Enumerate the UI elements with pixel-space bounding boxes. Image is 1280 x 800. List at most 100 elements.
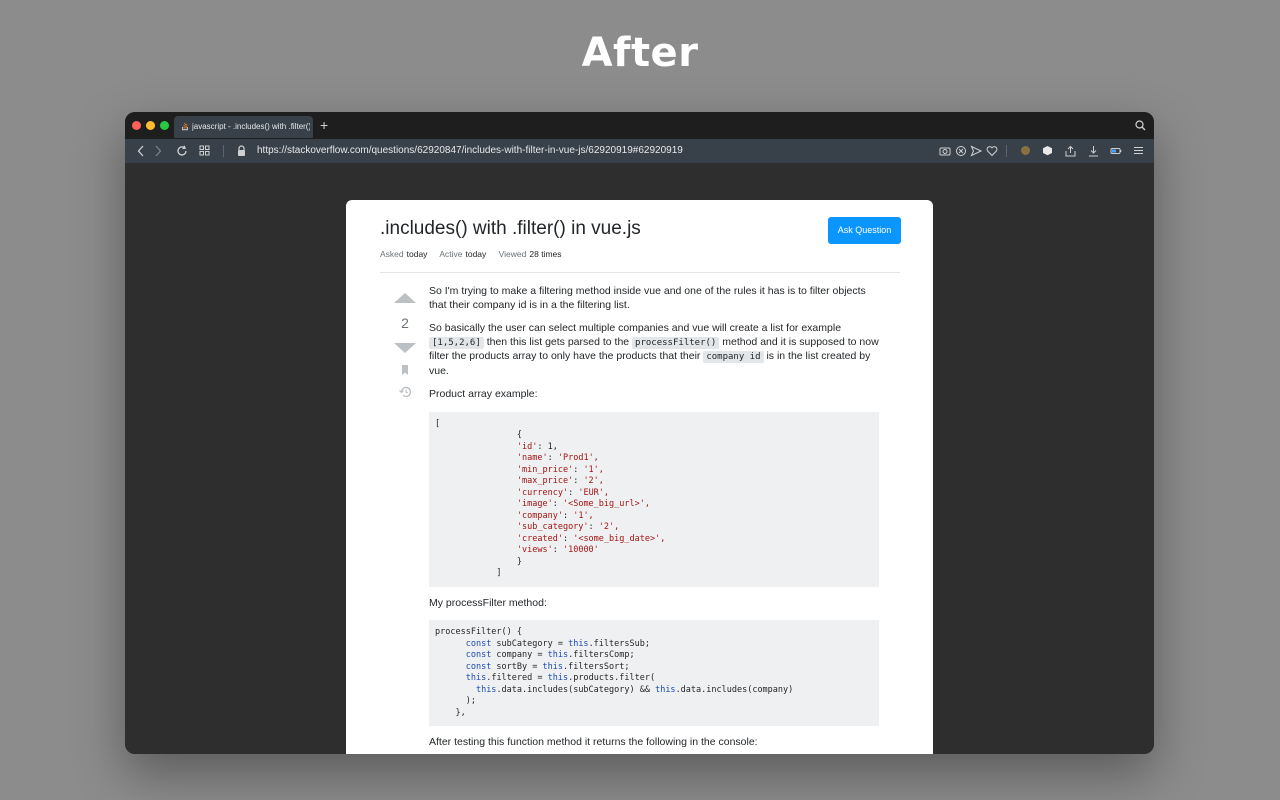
code-key: 'max_price': [516, 476, 574, 486]
inline-code-list: [1,5,2,6]: [429, 336, 484, 349]
code-text: company =: [491, 650, 548, 660]
code-key: 'created': [516, 533, 563, 544]
back-icon[interactable]: [137, 145, 145, 157]
code-key: 'id': [516, 441, 538, 452]
inline-code-method: processFilter(): [632, 336, 720, 349]
code-text: subCategory =: [491, 638, 569, 649]
code-value: 1,: [547, 441, 558, 452]
code-keyword: this: [568, 638, 589, 649]
code-line: {: [516, 430, 523, 440]
code-key: 'min_price': [516, 464, 574, 475]
toolbar-divider-2: [1006, 145, 1007, 157]
code-value: '2',: [598, 522, 620, 532]
code-block-product-array: [ { 'id': 1, 'name': 'Prod1', 'min_price…: [429, 411, 879, 587]
box-extension-icon[interactable]: [1042, 145, 1053, 156]
code-keyword: this: [655, 684, 676, 695]
address-bar: https://stackoverflow.com/questions/6292…: [125, 139, 1154, 163]
code-line: [: [435, 418, 441, 429]
send-icon[interactable]: [970, 145, 982, 157]
code-keyword: const: [465, 638, 492, 649]
code-value: '<some_big_date>',: [573, 533, 666, 544]
battery-icon[interactable]: [1110, 145, 1122, 157]
code-text: .filtersSort;: [562, 661, 630, 672]
paragraph-1: So I'm trying to make a filtering method…: [429, 285, 866, 311]
code-value: '2',: [583, 476, 604, 486]
code-text: .filtersSub;: [588, 638, 650, 649]
code-keyword: this: [465, 673, 487, 683]
question-body: So I'm trying to make a filtering method…: [429, 285, 879, 754]
paragraph-2: So basically the user can select multipl…: [429, 322, 879, 378]
code-key: 'name': [516, 453, 548, 463]
browser-window: javascript - .includes() with .filter() …: [125, 112, 1154, 754]
active-label: Active: [439, 249, 463, 259]
asked-label: Asked: [380, 249, 404, 259]
headline: After: [581, 30, 699, 76]
code-key: 'sub_category': [516, 522, 589, 532]
code-key: 'image': [516, 499, 553, 509]
close-window-button[interactable]: [132, 121, 141, 130]
code-text: sortBy =: [491, 661, 543, 672]
code-keyword: this: [547, 650, 569, 660]
new-tab-button[interactable]: +: [320, 117, 328, 133]
code-value: 'EUR',: [578, 487, 610, 498]
tab-bar: javascript - .includes() with .filter() …: [125, 112, 1154, 139]
question-card: .includes() with .filter() in vue.js Ask…: [346, 200, 933, 754]
code-value: '<Some_big_url>',: [562, 499, 650, 509]
code-line: }: [516, 556, 523, 567]
minimize-window-button[interactable]: [146, 121, 155, 130]
code-value: '10000': [562, 545, 599, 555]
paragraph-2-text-a: So basically the user can select multipl…: [429, 322, 842, 334]
downvote-icon[interactable]: [393, 342, 417, 354]
search-tabs-icon[interactable]: [1135, 120, 1146, 131]
lock-icon: [238, 145, 245, 156]
code-keyword: const: [465, 661, 492, 672]
tab-title: javascript - .includes() with .filter() …: [192, 122, 310, 131]
ask-question-button[interactable]: Ask Question: [828, 217, 901, 244]
zoom-window-button[interactable]: [160, 121, 169, 130]
extension-icon[interactable]: [1020, 145, 1031, 156]
code-value: 'Prod1',: [557, 453, 599, 463]
vote-count: 2: [401, 315, 409, 331]
paragraph-4: My processFilter method:: [429, 596, 547, 609]
history-icon[interactable]: [398, 386, 412, 398]
asked-value: today: [406, 249, 428, 259]
code-keyword: this: [542, 661, 563, 672]
code-text: .data.includes(company): [675, 684, 794, 695]
question-title[interactable]: .includes() with .filter() in vue.js: [380, 218, 641, 240]
share-icon[interactable]: [1065, 145, 1076, 157]
header-divider: [380, 272, 900, 273]
camera-icon[interactable]: [939, 145, 951, 157]
code-text: .data.includes(subCategory) &&: [496, 684, 656, 695]
paragraph-5: After testing this function method it re…: [429, 736, 758, 748]
code-text: .products.filter(: [568, 673, 656, 683]
menu-icon[interactable]: [1133, 145, 1144, 156]
download-icon[interactable]: [1088, 145, 1099, 157]
page-viewport: .includes() with .filter() in vue.js Ask…: [125, 163, 1154, 754]
code-key: 'views': [516, 545, 553, 555]
code-key: 'company': [516, 510, 563, 521]
ad-block-icon[interactable]: [955, 145, 967, 157]
stackoverflow-favicon-icon: [182, 123, 188, 131]
browser-tab[interactable]: javascript - .includes() with .filter() …: [174, 116, 313, 138]
question-meta: Asked today Active today Viewed 28 times: [380, 249, 572, 259]
upvote-icon[interactable]: [393, 292, 417, 304]
url-field[interactable]: https://stackoverflow.com/questions/6292…: [257, 139, 683, 163]
code-value: '1',: [573, 510, 594, 521]
code-block-process-filter: processFilter() { const subCategory = th…: [429, 620, 879, 726]
code-value: '1',: [583, 464, 604, 475]
code-keyword: this: [547, 673, 569, 683]
viewed-value: 28 times: [529, 249, 562, 259]
paragraph-2-text-b: then this list gets parsed to the: [486, 335, 630, 348]
forward-icon[interactable]: [154, 145, 162, 157]
code-key: 'currency': [516, 487, 569, 498]
reload-icon[interactable]: [176, 145, 188, 157]
active-value[interactable]: today: [465, 249, 486, 259]
speed-dial-icon[interactable]: [199, 145, 210, 156]
code-line: processFilter() {: [435, 627, 522, 637]
code-text: .filtersComp;: [568, 650, 635, 660]
toolbar-divider: [223, 145, 224, 157]
viewed-label: Viewed: [498, 249, 527, 259]
heart-icon[interactable]: [986, 145, 998, 157]
bookmark-icon[interactable]: [400, 364, 410, 376]
paragraph-3: Product array example:: [429, 388, 538, 400]
